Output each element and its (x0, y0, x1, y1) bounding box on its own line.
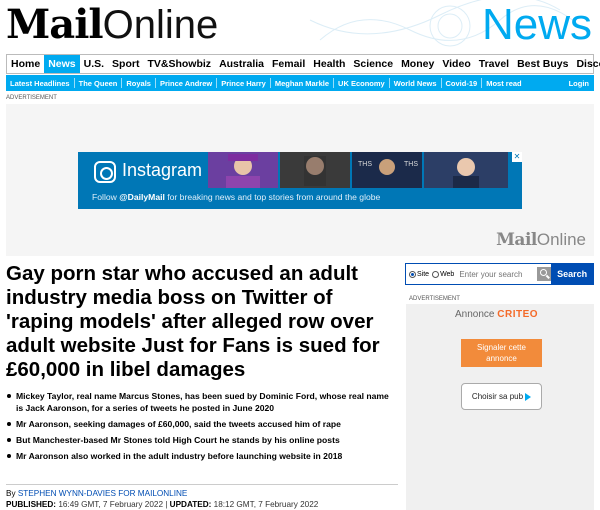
ad-banner-title: Instagram (122, 160, 203, 180)
summary-bullet: Mr Aaronson also worked in the adult ind… (6, 450, 398, 462)
ad-photo-strip: THS THS (208, 152, 508, 188)
summary-bullet: But Manchester-based Mr Stones told High… (6, 434, 398, 446)
radio-selected-icon (409, 270, 416, 278)
primary-nav: Home News U.S. Sport TV&Showbiz Australia Fema… (6, 54, 600, 74)
nav-item-sport[interactable]: Sport (108, 55, 143, 73)
side-advertisement-label: ADVERTISEMENT (409, 296, 460, 302)
instagram-ad-banner[interactable]: Instagram THS THS Follow @DailyMail for … (78, 152, 522, 209)
nav-item-australia[interactable]: Australia (215, 55, 268, 73)
search-button[interactable]: Search (551, 264, 593, 284)
svg-text:THS: THS (358, 161, 372, 168)
report-ad-button[interactable]: Signaler cette annonce (461, 339, 542, 367)
masthead: MailOnline News (0, 0, 600, 52)
ad-banner-handle: @DailyMail (119, 192, 165, 202)
article-headline: Gay porn star who accused an adult indus… (6, 262, 380, 381)
subnav-item-prince-harry[interactable]: Prince Harry (217, 79, 270, 88)
author-link[interactable]: STEPHEN WYNN-DAVIES FOR MAILONLINE (18, 489, 188, 498)
secondary-nav: Latest Headlines The Queen Royals Prince An… (6, 75, 594, 91)
adchoices-icon (525, 392, 532, 401)
ad-choices-button[interactable]: Choisir sa pub (461, 383, 542, 410)
search-option-web[interactable]: Web (432, 270, 454, 278)
nav-item-tv-showbiz[interactable]: TV&Showbiz (143, 55, 215, 73)
criteo-logo: CRITEO (497, 309, 539, 320)
nav-item-discounts[interactable]: Discounts (572, 55, 600, 73)
ad-close-icon[interactable]: ✕ (512, 152, 522, 162)
radio-icon (432, 270, 440, 278)
search-input[interactable] (459, 267, 536, 281)
subnav-item-uk-economy[interactable]: UK Economy (334, 79, 389, 88)
subnav-item-latest-headlines[interactable]: Latest Headlines (6, 79, 74, 88)
nav-item-femail[interactable]: Femail (268, 55, 309, 73)
nav-item-best-buys[interactable]: Best Buys (513, 55, 572, 73)
svg-text:THS: THS (404, 161, 418, 168)
search-option-site[interactable]: Site (409, 270, 429, 278)
logo-online-text: Online (102, 3, 219, 47)
subnav-item-the-queen[interactable]: The Queen (75, 79, 122, 88)
subnav-item-prince-andrew[interactable]: Prince Andrew (156, 79, 216, 88)
subnav-item-meghan-markle[interactable]: Meghan Markle (271, 79, 333, 88)
logo-mail-text: Mail (6, 1, 104, 48)
summary-bullet: Mickey Taylor, real name Marcus Stones, … (6, 390, 398, 414)
login-link[interactable]: Login (565, 79, 594, 88)
subnav-item-most-read[interactable]: Most read (482, 79, 525, 88)
subnav-item-royals[interactable]: Royals (122, 79, 155, 88)
mailonline-logo[interactable]: MailOnline (6, 2, 218, 48)
nav-item-u-s[interactable]: U.S. (80, 55, 108, 73)
summary-bullet: Mr Aaronson, seeking damages of £60,000,… (6, 418, 398, 430)
subnav-item-world-news[interactable]: World News (390, 79, 441, 88)
nav-item-science[interactable]: Science (349, 55, 397, 73)
nav-item-health[interactable]: Health (309, 55, 349, 73)
instagram-icon (94, 161, 116, 183)
article-timestamps: PUBLISHED: 16:49 GMT, 7 February 2022 | … (6, 500, 319, 509)
nav-item-news[interactable]: News (44, 55, 80, 73)
section-title: News (481, 0, 592, 49)
ad-banner-subtitle: Follow @DailyMail for breaking news and … (92, 192, 381, 202)
nav-item-travel[interactable]: Travel (475, 55, 513, 73)
article-summary-bullets: Mickey Taylor, real name Marcus Stones, … (6, 390, 398, 466)
criteo-annonce: Annonce CRITEO (455, 309, 539, 320)
search-box: Site Web Search (405, 263, 594, 285)
advertisement-label: ADVERTISEMENT (6, 95, 57, 101)
search-icon[interactable] (537, 267, 552, 281)
side-ad-panel: Annonce CRITEO Signaler cette annonce Ch… (406, 304, 594, 510)
nav-item-video[interactable]: Video (438, 55, 474, 73)
subnav-item-covid-19[interactable]: Covid-19 (442, 79, 482, 88)
byline: By STEPHEN WYNN-DAVIES FOR MAILONLINE PU… (6, 484, 398, 510)
nav-item-home[interactable]: Home (7, 55, 44, 73)
nav-item-money[interactable]: Money (397, 55, 438, 73)
ad-brand-logo: MailOnline (496, 230, 586, 250)
